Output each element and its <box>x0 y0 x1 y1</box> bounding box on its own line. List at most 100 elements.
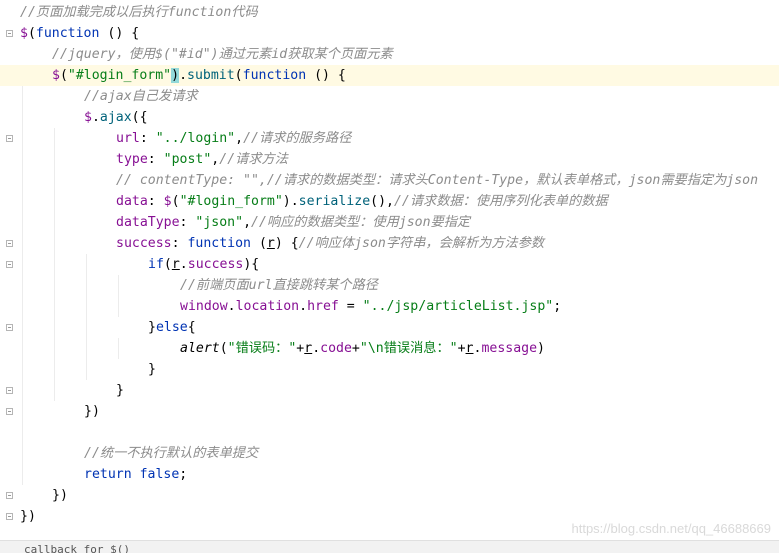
code-token: //响应体json字符串，会解析为方法参数 <box>298 236 545 251</box>
code-token: code <box>320 341 352 356</box>
indent-guide <box>54 170 55 191</box>
code-line[interactable]: success: function (r) {//响应体json字符串，会解析为… <box>0 233 779 254</box>
code-line[interactable]: //前端页面url直接跳转某个路径 <box>0 275 779 296</box>
indent-guide <box>22 212 23 233</box>
code-lines[interactable]: //页面加载完成以后执行function代码 $(function () { /… <box>0 2 779 527</box>
code-line[interactable]: // contentType: "",//请求的数据类型：请求头Content-… <box>0 170 779 191</box>
code-token: $ <box>163 194 172 209</box>
code-line[interactable]: //统一不执行默认的表单提交 <box>0 443 779 464</box>
code-token: : <box>147 194 164 209</box>
code-line[interactable]: }) <box>0 485 779 506</box>
code-text: $.ajax({ <box>84 107 148 128</box>
indent-guide <box>22 422 23 443</box>
code-line[interactable]: dataType: "json",//响应的数据类型：使用json要指定 <box>0 212 779 233</box>
code-text: }) <box>20 506 36 527</box>
indent-guide <box>22 170 23 191</box>
code-line[interactable]: url: "../login",//请求的服务路径 <box>0 128 779 149</box>
indent-guide <box>86 317 87 338</box>
code-token: }) <box>20 509 36 524</box>
code-token: //ajax自己发请求 <box>84 89 198 104</box>
code-token: } <box>116 383 124 398</box>
code-token: = <box>338 299 363 314</box>
indent-guide <box>22 338 23 359</box>
code-text: }) <box>52 485 68 506</box>
code-token: function <box>242 68 307 83</box>
indent-guide <box>86 338 87 359</box>
code-token: //请求数据：使用序列化表单的数据 <box>393 194 608 209</box>
indent-guide <box>22 296 23 317</box>
code-token: data <box>116 194 148 209</box>
code-token: $ <box>84 110 92 125</box>
indent-guide <box>54 317 55 338</box>
code-line[interactable]: $.ajax({ <box>0 107 779 128</box>
code-token: ) <box>537 341 545 356</box>
code-line[interactable]: } <box>0 380 779 401</box>
code-line[interactable] <box>0 422 779 443</box>
code-token: href <box>307 299 339 314</box>
code-token: }) <box>84 404 100 419</box>
code-text: data: $("#login_form").serialize(),//请求数… <box>116 191 608 212</box>
watermark-text: https://blog.csdn.net/qq_46688669 <box>571 521 772 536</box>
code-token: ( <box>251 236 267 251</box>
code-line[interactable]: $(function () { <box>0 23 779 44</box>
code-token: . <box>179 68 188 83</box>
code-text: alert("错误码："+r.code+"\n错误消息："+r.message) <box>180 338 545 359</box>
code-text: window.location.href = "../jsp/articleLi… <box>180 296 561 317</box>
code-token: $ <box>52 68 60 83</box>
code-token: }) <box>52 488 68 503</box>
code-token: r <box>266 236 275 251</box>
code-token: success <box>116 236 172 251</box>
code-token: //页面加载完成以后执行function代码 <box>20 5 258 20</box>
indent-guide <box>54 338 55 359</box>
code-editor[interactable]: //页面加载完成以后执行function代码 $(function () { /… <box>0 0 779 540</box>
code-token: //请求方法 <box>219 152 288 167</box>
code-line[interactable]: if(r.success){ <box>0 254 779 275</box>
code-token: alert <box>180 341 220 356</box>
indent-guide <box>22 359 23 380</box>
indent-guide <box>22 380 23 401</box>
code-token: . <box>312 341 321 356</box>
code-line[interactable]: //页面加载完成以后执行function代码 <box>0 2 779 23</box>
code-line[interactable]: return false; <box>0 464 779 485</box>
code-token: ( <box>59 68 68 83</box>
code-line[interactable]: type: "post",//请求方法 <box>0 149 779 170</box>
code-token: . <box>227 299 236 314</box>
code-token: , <box>235 131 244 146</box>
code-token: ; <box>553 299 562 314</box>
code-token: location <box>235 299 300 314</box>
code-token: . <box>179 257 188 272</box>
code-token: . <box>91 110 100 125</box>
code-line[interactable]: //ajax自己发请求 <box>0 86 779 107</box>
indent-guide <box>54 128 55 149</box>
code-token: . <box>299 299 308 314</box>
code-token: //统一不执行默认的表单提交 <box>84 446 259 461</box>
code-token: ( <box>171 194 180 209</box>
code-text: success: function (r) {//响应体json字符串，会解析为… <box>116 233 544 254</box>
indent-guide <box>54 359 55 380</box>
code-token: + <box>351 341 360 356</box>
code-token: ). <box>282 194 299 209</box>
code-line[interactable]: alert("错误码："+r.code+"\n错误消息："+r.message) <box>0 338 779 359</box>
code-line[interactable]: }else{ <box>0 317 779 338</box>
code-text: if(r.success){ <box>148 254 259 275</box>
indent-guide <box>54 149 55 170</box>
code-token: ( <box>219 341 228 356</box>
code-token: () { <box>306 68 346 83</box>
code-token: ({ <box>131 110 148 125</box>
code-token: : <box>179 215 196 230</box>
code-token: // contentType: "",//请求的数据类型：请求头Content-… <box>116 173 759 188</box>
code-line[interactable]: } <box>0 359 779 380</box>
code-token: else <box>155 320 188 335</box>
code-line[interactable]: }) <box>0 401 779 422</box>
code-token: serialize <box>298 194 371 209</box>
code-line[interactable]: data: $("#login_form").serialize(),//请求数… <box>0 191 779 212</box>
code-line[interactable]: window.location.href = "../jsp/articleLi… <box>0 296 779 317</box>
code-token: //响应的数据类型：使用json要指定 <box>251 215 471 230</box>
code-line-current[interactable]: $("#login_form").submit(function () { <box>0 65 779 86</box>
indent-guide <box>22 443 23 464</box>
code-token: dataType <box>116 215 180 230</box>
code-line[interactable]: //jquery，使用$("#id")通过元素id获取某个页面元素 <box>0 44 779 65</box>
code-token: window <box>180 299 228 314</box>
indent-guide <box>86 296 87 317</box>
